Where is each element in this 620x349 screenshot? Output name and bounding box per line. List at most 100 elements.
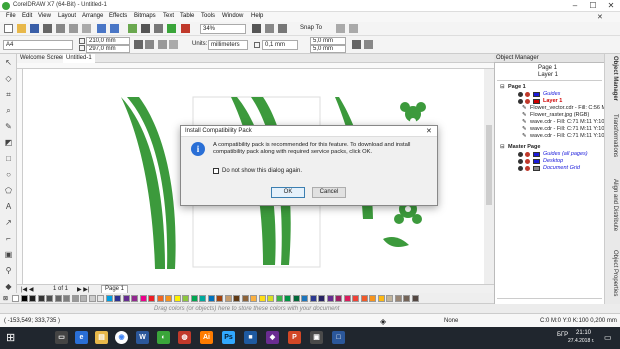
polygon-tool-icon[interactable]: ⬠ (4, 186, 13, 195)
lock-icon[interactable] (525, 92, 530, 97)
color-swatch[interactable] (224, 295, 232, 302)
import-icon[interactable] (141, 24, 150, 33)
publish-pdf-icon[interactable] (167, 24, 176, 33)
page-width-field[interactable]: 210,0 mm (86, 37, 130, 45)
paste-icon[interactable] (82, 24, 91, 33)
text-tool-icon[interactable]: A (4, 202, 13, 211)
visibility-eye-icon[interactable] (518, 166, 523, 171)
export-icon[interactable] (154, 24, 163, 33)
zoom-tool-icon[interactable]: ⌕ (4, 106, 13, 115)
save-icon[interactable] (30, 24, 39, 33)
color-swatch[interactable] (97, 295, 104, 302)
first-page-button[interactable]: |◀ ◀ (21, 286, 33, 293)
color-swatch[interactable] (241, 295, 249, 302)
current-page-icon[interactable] (169, 40, 178, 49)
color-swatch[interactable] (360, 295, 368, 302)
full-screen-icon[interactable] (252, 24, 261, 33)
color-swatch[interactable] (318, 295, 325, 302)
color-swatch[interactable] (258, 295, 266, 302)
color-swatch[interactable] (267, 295, 274, 302)
all-pages-icon[interactable] (158, 40, 167, 49)
fill-status[interactable]: None (444, 318, 458, 324)
portrait-icon[interactable] (134, 40, 143, 49)
menu-text[interactable]: Text (163, 13, 174, 19)
lock-icon[interactable] (525, 152, 530, 157)
dialog-close-icon[interactable]: ✕ (426, 127, 432, 135)
color-swatch[interactable] (88, 295, 96, 302)
color-swatch[interactable] (37, 295, 45, 302)
visibility-eye-icon[interactable] (518, 92, 523, 97)
layer-color-swatch[interactable] (533, 152, 540, 157)
undo-icon[interactable] (97, 24, 106, 33)
menu-arrange[interactable]: Arrange (82, 13, 103, 19)
color-swatch[interactable] (29, 295, 36, 302)
menu-tools[interactable]: Tools (201, 13, 215, 19)
color-swatch[interactable] (12, 295, 19, 302)
options-gear-icon[interactable] (336, 24, 345, 33)
color-swatch[interactable] (284, 295, 291, 302)
color-swatch[interactable] (352, 295, 359, 302)
layer-color-swatch[interactable] (533, 92, 540, 97)
menu-layout[interactable]: Layout (58, 13, 76, 19)
tab-untitled-1[interactable]: Untitled-1 (63, 54, 95, 63)
layer-color-swatch[interactable] (533, 159, 540, 164)
visibility-eye-icon[interactable] (518, 159, 523, 164)
page-height-field[interactable]: 297,0 mm (86, 45, 130, 53)
color-swatch[interactable] (71, 295, 79, 302)
copy-icon[interactable] (69, 24, 78, 33)
nudge-distance-field[interactable]: 0,1 mm (262, 40, 298, 50)
units-dropdown[interactable]: millimeters (208, 40, 248, 50)
pick-tool-icon[interactable]: ↖ (4, 58, 13, 67)
connector-tool-icon[interactable]: ⌐ (4, 234, 13, 243)
clock-date[interactable]: 27.4.2018 г. (568, 338, 594, 344)
color-swatch[interactable] (343, 295, 351, 302)
menu-bitmaps[interactable]: Bitmaps (134, 13, 156, 19)
lock-icon[interactable] (525, 159, 530, 164)
docker-tab-object-properties[interactable]: Object Properties (608, 250, 618, 296)
shape-tool-icon[interactable]: ◇ (4, 74, 13, 83)
color-swatch[interactable] (326, 295, 334, 302)
color-swatch[interactable] (233, 295, 240, 302)
collapse-icon[interactable]: ⊟ (500, 144, 505, 151)
color-swatch[interactable] (377, 295, 385, 302)
open-folder-icon[interactable] (17, 24, 26, 33)
outline-status[interactable]: C:0 M:0 Y:0 K:100 0,200 mm (540, 318, 617, 324)
eyedropper-tool-icon[interactable]: ⚲ (4, 266, 13, 275)
paper-type-dropdown[interactable]: A4 (3, 40, 73, 50)
drop-shadow-icon[interactable]: ▣ (4, 250, 13, 259)
layer-color-swatch[interactable] (533, 166, 540, 171)
menu-effects[interactable]: Effects (109, 13, 127, 19)
app-icon-blue[interactable]: ■ (244, 331, 257, 344)
app-launcher-icon[interactable] (181, 24, 190, 33)
app-icon-purple[interactable]: ◆ (266, 331, 279, 344)
menu-edit[interactable]: Edit (22, 13, 32, 19)
maximize-button[interactable]: ☐ (584, 0, 602, 11)
search-content-icon[interactable] (128, 24, 137, 33)
snap-to-button[interactable]: Snap To (300, 25, 322, 31)
visibility-eye-icon[interactable] (518, 99, 523, 104)
color-swatch[interactable] (309, 295, 317, 302)
tab-welcome-screen[interactable]: Welcome Screen (17, 54, 69, 63)
color-swatch[interactable] (386, 295, 393, 302)
task-view-icon[interactable]: ▭ (55, 331, 68, 344)
launcher-icon[interactable] (349, 24, 358, 33)
ok-button[interactable]: OK (271, 187, 305, 198)
color-swatch[interactable] (403, 295, 410, 302)
freehand-tool-icon[interactable]: ✎ (4, 122, 13, 131)
coreldraw-taskbar-icon[interactable]: ◐ (157, 331, 170, 344)
photoshop-icon[interactable]: Ps (222, 331, 235, 344)
color-swatch[interactable] (148, 295, 155, 302)
interactive-fill-icon[interactable]: ◆ (4, 282, 13, 291)
color-swatch[interactable] (80, 295, 87, 302)
close-document-icon[interactable]: ✕ (597, 13, 603, 21)
word-icon[interactable]: W (136, 331, 149, 344)
docker-tab-transformations[interactable]: Transformations (608, 114, 618, 157)
color-swatch[interactable] (190, 295, 198, 302)
parallel-dimension-icon[interactable]: ↗ (4, 218, 13, 227)
docker-tab-object-manager[interactable]: Object Manager (608, 56, 618, 101)
dont-show-checkbox[interactable] (213, 168, 219, 174)
illustrator-icon[interactable]: Ai (200, 331, 213, 344)
treat-as-filled-icon[interactable] (364, 40, 373, 49)
next-page-button[interactable]: ▶ ▶| (77, 286, 89, 293)
layer-color-swatch[interactable] (533, 99, 540, 104)
